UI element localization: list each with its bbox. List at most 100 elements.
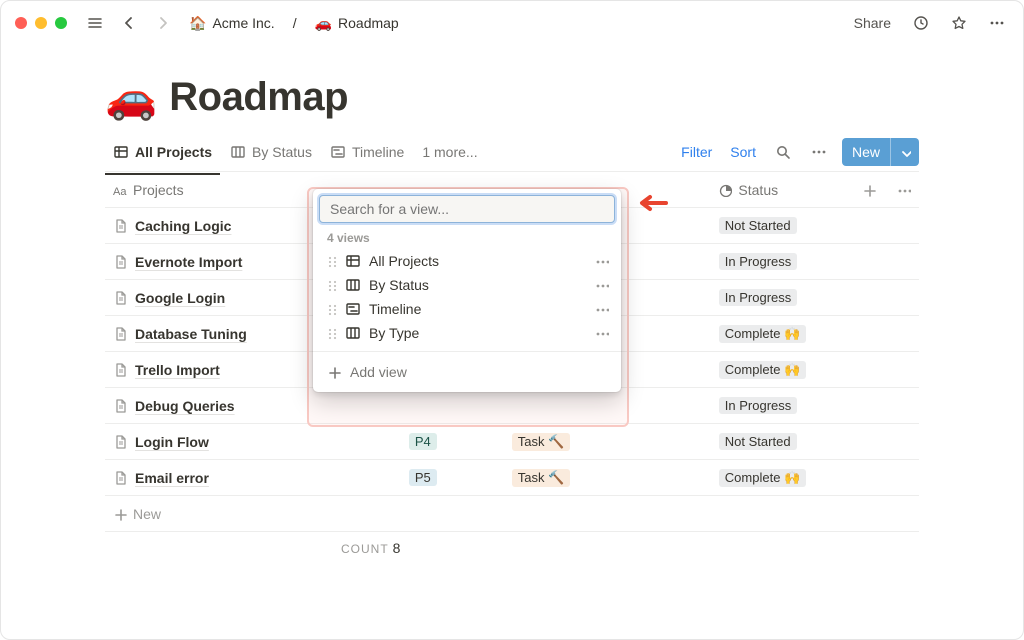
more-icon[interactable] [985,11,1009,35]
table-icon [345,253,361,269]
view-item-label: Timeline [369,301,587,317]
workspace-name: Acme Inc. [212,15,274,31]
drag-handle-icon[interactable] [325,326,337,340]
view-item-label: By Type [369,325,587,341]
add-view-label: Add view [350,364,407,380]
table-icon [113,144,129,160]
row-title[interactable]: Caching Logic [135,218,231,234]
favorite-icon[interactable] [947,11,971,35]
table-row[interactable]: Login Flow P4 Task 🔨 Not Started [105,424,919,460]
timeline-icon [345,301,361,317]
page-icon [113,290,129,306]
row-title[interactable]: Google Login [135,290,225,306]
page-title: 🚗 Roadmap [105,75,919,120]
page-icon [113,362,129,378]
view-switcher-popup: 4 views All Projects By Status Timeline … [313,189,621,392]
new-button-caret-icon[interactable] [890,138,919,166]
view-item-more-icon[interactable] [595,278,609,292]
page-icon [113,218,129,234]
row-title[interactable]: Email error [135,470,209,486]
tab-label: All Projects [135,144,212,160]
forward-button [151,11,175,35]
view-item-label: By Status [369,277,587,293]
updates-icon[interactable] [909,11,933,35]
view-item-more-icon[interactable] [595,254,609,268]
view-search-input[interactable] [319,195,615,223]
tab-by-status[interactable]: By Status [222,138,320,166]
sort-button[interactable]: Sort [726,140,760,164]
view-item-by-type[interactable]: By Type [319,321,615,345]
row-title[interactable]: Trello Import [135,362,220,378]
drag-handle-icon[interactable] [325,254,337,268]
breadcrumb-sep: / [289,13,301,33]
column-status-label: Status [738,182,778,198]
view-item-more-icon[interactable] [595,302,609,316]
popup-divider [313,351,621,352]
annotation-arrow-icon [637,193,671,213]
table-row[interactable]: Debug Queries In Progress [105,388,919,424]
share-button[interactable]: Share [850,11,895,35]
page-title-icon[interactable]: 🚗 [105,77,157,119]
tab-label: Timeline [352,144,404,160]
board-icon [345,325,361,341]
status-badge: In Progress [719,253,797,270]
view-item-timeline[interactable]: Timeline [319,297,615,321]
drag-handle-icon[interactable] [325,302,337,316]
page-icon [113,434,129,450]
view-item-more-icon[interactable] [595,326,609,340]
status-badge: Not Started [719,217,797,234]
new-button[interactable]: New [842,138,919,166]
view-item-by-status[interactable]: By Status [319,273,615,297]
tab-label: By Status [252,144,312,160]
status-badge: Complete 🙌 [719,325,806,343]
add-column-button[interactable] [850,177,889,203]
zoom-window-dot[interactable] [55,17,67,29]
priority-badge: P5 [409,469,437,486]
status-badge: Complete 🙌 [719,361,806,379]
drag-handle-icon[interactable] [325,278,337,292]
add-view-button[interactable]: Add view [319,358,615,386]
view-item-label: All Projects [369,253,587,269]
page-title-text[interactable]: Roadmap [169,75,348,120]
row-title[interactable]: Evernote Import [135,254,242,270]
minimize-window-dot[interactable] [35,17,47,29]
close-window-dot[interactable] [15,17,27,29]
table-row[interactable]: Email error P5 Task 🔨 Complete 🙌 [105,460,919,496]
view-tabs: All ProjectsBy StatusTimeline 1 more... … [105,132,919,172]
tab-timeline[interactable]: Timeline [322,138,412,166]
window-traffic-lights [15,17,67,29]
row-title[interactable]: Login Flow [135,434,209,450]
status-badge: Complete 🙌 [719,469,806,487]
breadcrumb-page[interactable]: 🚗 Roadmap [311,13,403,34]
status-prop-icon [718,183,732,197]
hamburger-icon[interactable] [83,11,107,35]
page-icon [113,254,129,270]
status-badge: Not Started [719,433,797,450]
tab-all-projects[interactable]: All Projects [105,138,220,166]
tabs-more[interactable]: 1 more... [414,138,485,166]
page-icon [113,398,129,414]
row-title[interactable]: Database Tuning [135,326,247,342]
search-icon[interactable] [770,139,796,165]
view-list-header: 4 views [319,223,615,249]
board-icon [230,144,246,160]
view-options-icon[interactable] [806,139,832,165]
new-row-label: New [133,506,161,522]
status-badge: In Progress [719,397,797,414]
breadcrumb-workspace[interactable]: 🏠 Acme Inc. [185,13,279,34]
column-options-button[interactable] [889,177,919,203]
count-aggregate[interactable]: COUNT8 [341,540,400,556]
page-icon [113,470,129,486]
view-item-all-projects[interactable]: All Projects [319,249,615,273]
table-footer: COUNT8 [105,532,919,556]
window-topbar: 🏠 Acme Inc. / 🚗 Roadmap Share [1,1,1023,45]
back-button[interactable] [117,11,141,35]
filter-button[interactable]: Filter [677,140,716,164]
page-icon [113,326,129,342]
workspace-icon: 🏠 [189,15,206,32]
row-title[interactable]: Debug Queries [135,398,235,414]
new-row-button[interactable]: New [105,496,919,532]
board-icon [345,277,361,293]
column-status[interactable]: Status [710,176,849,204]
priority-badge: P4 [409,433,437,450]
